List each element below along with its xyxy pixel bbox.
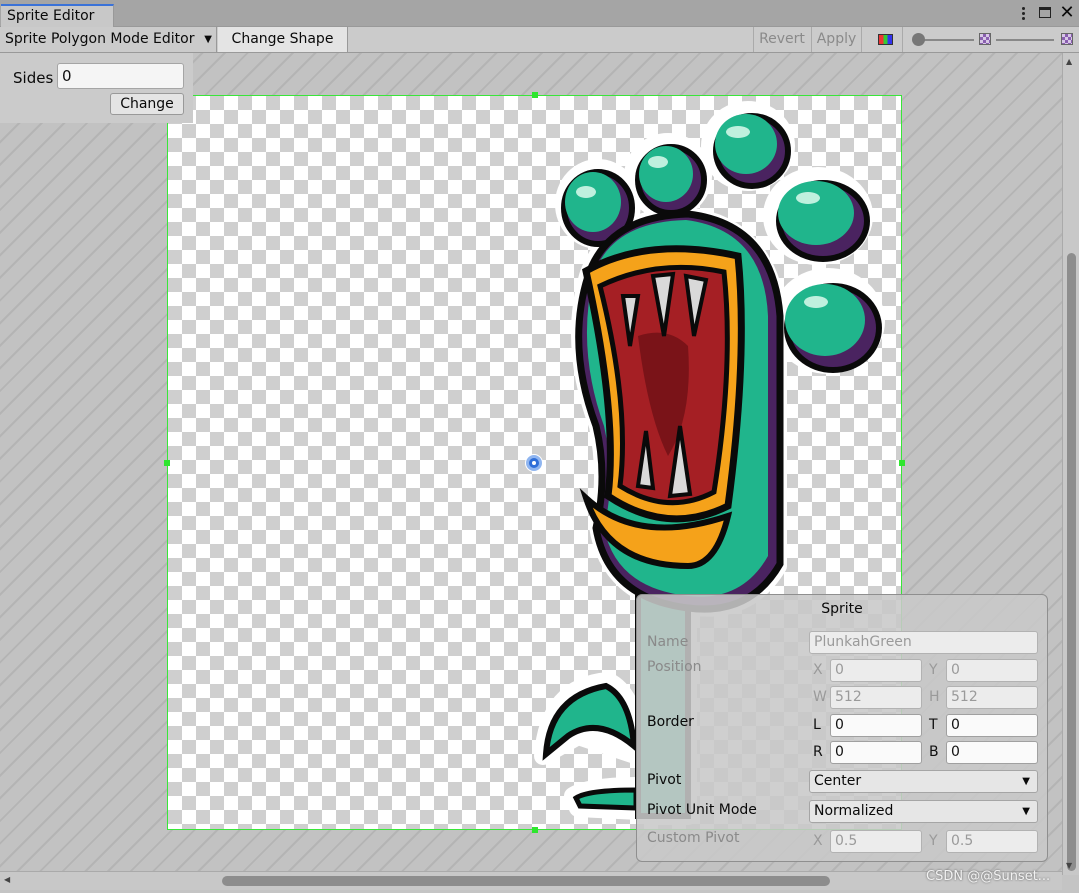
mip-level-icon bbox=[979, 33, 991, 45]
sides-label: Sides bbox=[13, 69, 54, 87]
scroll-up-icon[interactable]: ▲ bbox=[1066, 57, 1072, 66]
position-h-field[interactable]: 512 bbox=[946, 686, 1038, 709]
editor-mode-label: Sprite Polygon Mode Editor bbox=[5, 31, 195, 47]
position-x-axis: X bbox=[813, 662, 823, 678]
change-shape-button[interactable]: Change Shape bbox=[218, 27, 348, 52]
resize-handle-top[interactable] bbox=[532, 92, 538, 98]
window-tab[interactable]: Sprite Editor bbox=[1, 4, 114, 27]
horizontal-scroll-thumb[interactable] bbox=[222, 876, 830, 886]
zoom-slider-icon[interactable] bbox=[912, 33, 925, 46]
custom-pivot-y-field[interactable]: 0.5 bbox=[946, 830, 1038, 853]
border-t-field[interactable]: 0 bbox=[946, 714, 1038, 737]
position-x-field[interactable]: 0 bbox=[830, 659, 922, 682]
pivot-handle-icon[interactable] bbox=[526, 455, 542, 471]
mip-slider-track[interactable] bbox=[996, 39, 1054, 41]
pivot-dropdown[interactable]: Center ▼ bbox=[809, 770, 1038, 793]
maximize-icon[interactable] bbox=[1038, 5, 1054, 21]
apply-button[interactable]: Apply bbox=[811, 27, 862, 52]
border-b-field[interactable]: 0 bbox=[946, 741, 1038, 764]
dropdown-arrow-icon: ▼ bbox=[1022, 776, 1030, 787]
resize-handle-left[interactable] bbox=[164, 460, 170, 466]
scroll-down-icon[interactable]: ▼ bbox=[1066, 861, 1072, 870]
dropdown-arrow-icon: ▼ bbox=[204, 34, 212, 45]
position-y-field[interactable]: 0 bbox=[946, 659, 1038, 682]
mip-level-max-icon bbox=[1061, 33, 1073, 45]
toolbar: Sprite Polygon Mode Editor ▼ Change Shap… bbox=[0, 27, 1079, 53]
polygon-sides-panel: Sides Change bbox=[0, 53, 193, 123]
border-b-axis: B bbox=[929, 744, 939, 760]
title-bar: Sprite Editor ✕ bbox=[0, 0, 1079, 27]
custom-pivot-x-axis: X bbox=[813, 833, 823, 849]
border-t-axis: T bbox=[929, 717, 938, 733]
border-l-axis: L bbox=[813, 717, 821, 733]
position-h-axis: H bbox=[929, 689, 940, 705]
close-icon[interactable]: ✕ bbox=[1059, 4, 1075, 22]
rgb-channel-toggle[interactable] bbox=[865, 27, 903, 52]
resize-handle-bottom[interactable] bbox=[532, 827, 538, 833]
pivot-unit-mode-dropdown[interactable]: Normalized ▼ bbox=[809, 800, 1038, 823]
horizontal-scrollbar[interactable]: ◀ bbox=[0, 871, 1062, 890]
pivot-unit-mode-value: Normalized bbox=[814, 803, 894, 819]
custom-pivot-label: Custom Pivot bbox=[647, 830, 740, 846]
custom-pivot-x-field[interactable]: 0.5 bbox=[830, 830, 922, 853]
border-r-field[interactable]: 0 bbox=[830, 741, 922, 764]
sprite-info-panel: Sprite Name PlunkahGreen Position X 0 Y … bbox=[636, 594, 1048, 862]
kebab-menu-icon[interactable] bbox=[1016, 5, 1032, 21]
rgb-channel-icon bbox=[878, 34, 893, 45]
vertical-scrollbar[interactable]: ▲ ▼ bbox=[1062, 53, 1079, 875]
pivot-unit-mode-label: Pivot Unit Mode bbox=[647, 802, 757, 818]
position-w-axis: W bbox=[813, 689, 827, 705]
border-l-field[interactable]: 0 bbox=[830, 714, 922, 737]
sprite-panel-title: Sprite bbox=[821, 601, 863, 617]
pivot-value: Center bbox=[814, 773, 862, 789]
revert-button[interactable]: Revert bbox=[753, 27, 810, 52]
position-label: Position bbox=[647, 659, 702, 675]
position-y-axis: Y bbox=[929, 662, 938, 678]
sprite-name-field[interactable]: PlunkahGreen bbox=[809, 631, 1038, 654]
position-w-field[interactable]: 512 bbox=[830, 686, 922, 709]
border-r-axis: R bbox=[813, 744, 823, 760]
sides-input[interactable] bbox=[57, 63, 184, 89]
pivot-label: Pivot bbox=[647, 772, 682, 788]
vertical-scroll-thumb[interactable] bbox=[1067, 253, 1076, 871]
dropdown-arrow-icon: ▼ bbox=[1022, 806, 1030, 817]
change-sides-button[interactable]: Change bbox=[110, 93, 184, 115]
editor-mode-dropdown[interactable]: Sprite Polygon Mode Editor ▼ bbox=[0, 27, 217, 52]
scroll-left-icon[interactable]: ◀ bbox=[4, 875, 10, 884]
resize-handle-right[interactable] bbox=[899, 460, 905, 466]
border-label: Border bbox=[647, 714, 694, 730]
name-label: Name bbox=[647, 634, 689, 650]
watermark: CSDN @@Sunset... bbox=[926, 869, 1051, 884]
custom-pivot-y-axis: Y bbox=[929, 833, 938, 849]
